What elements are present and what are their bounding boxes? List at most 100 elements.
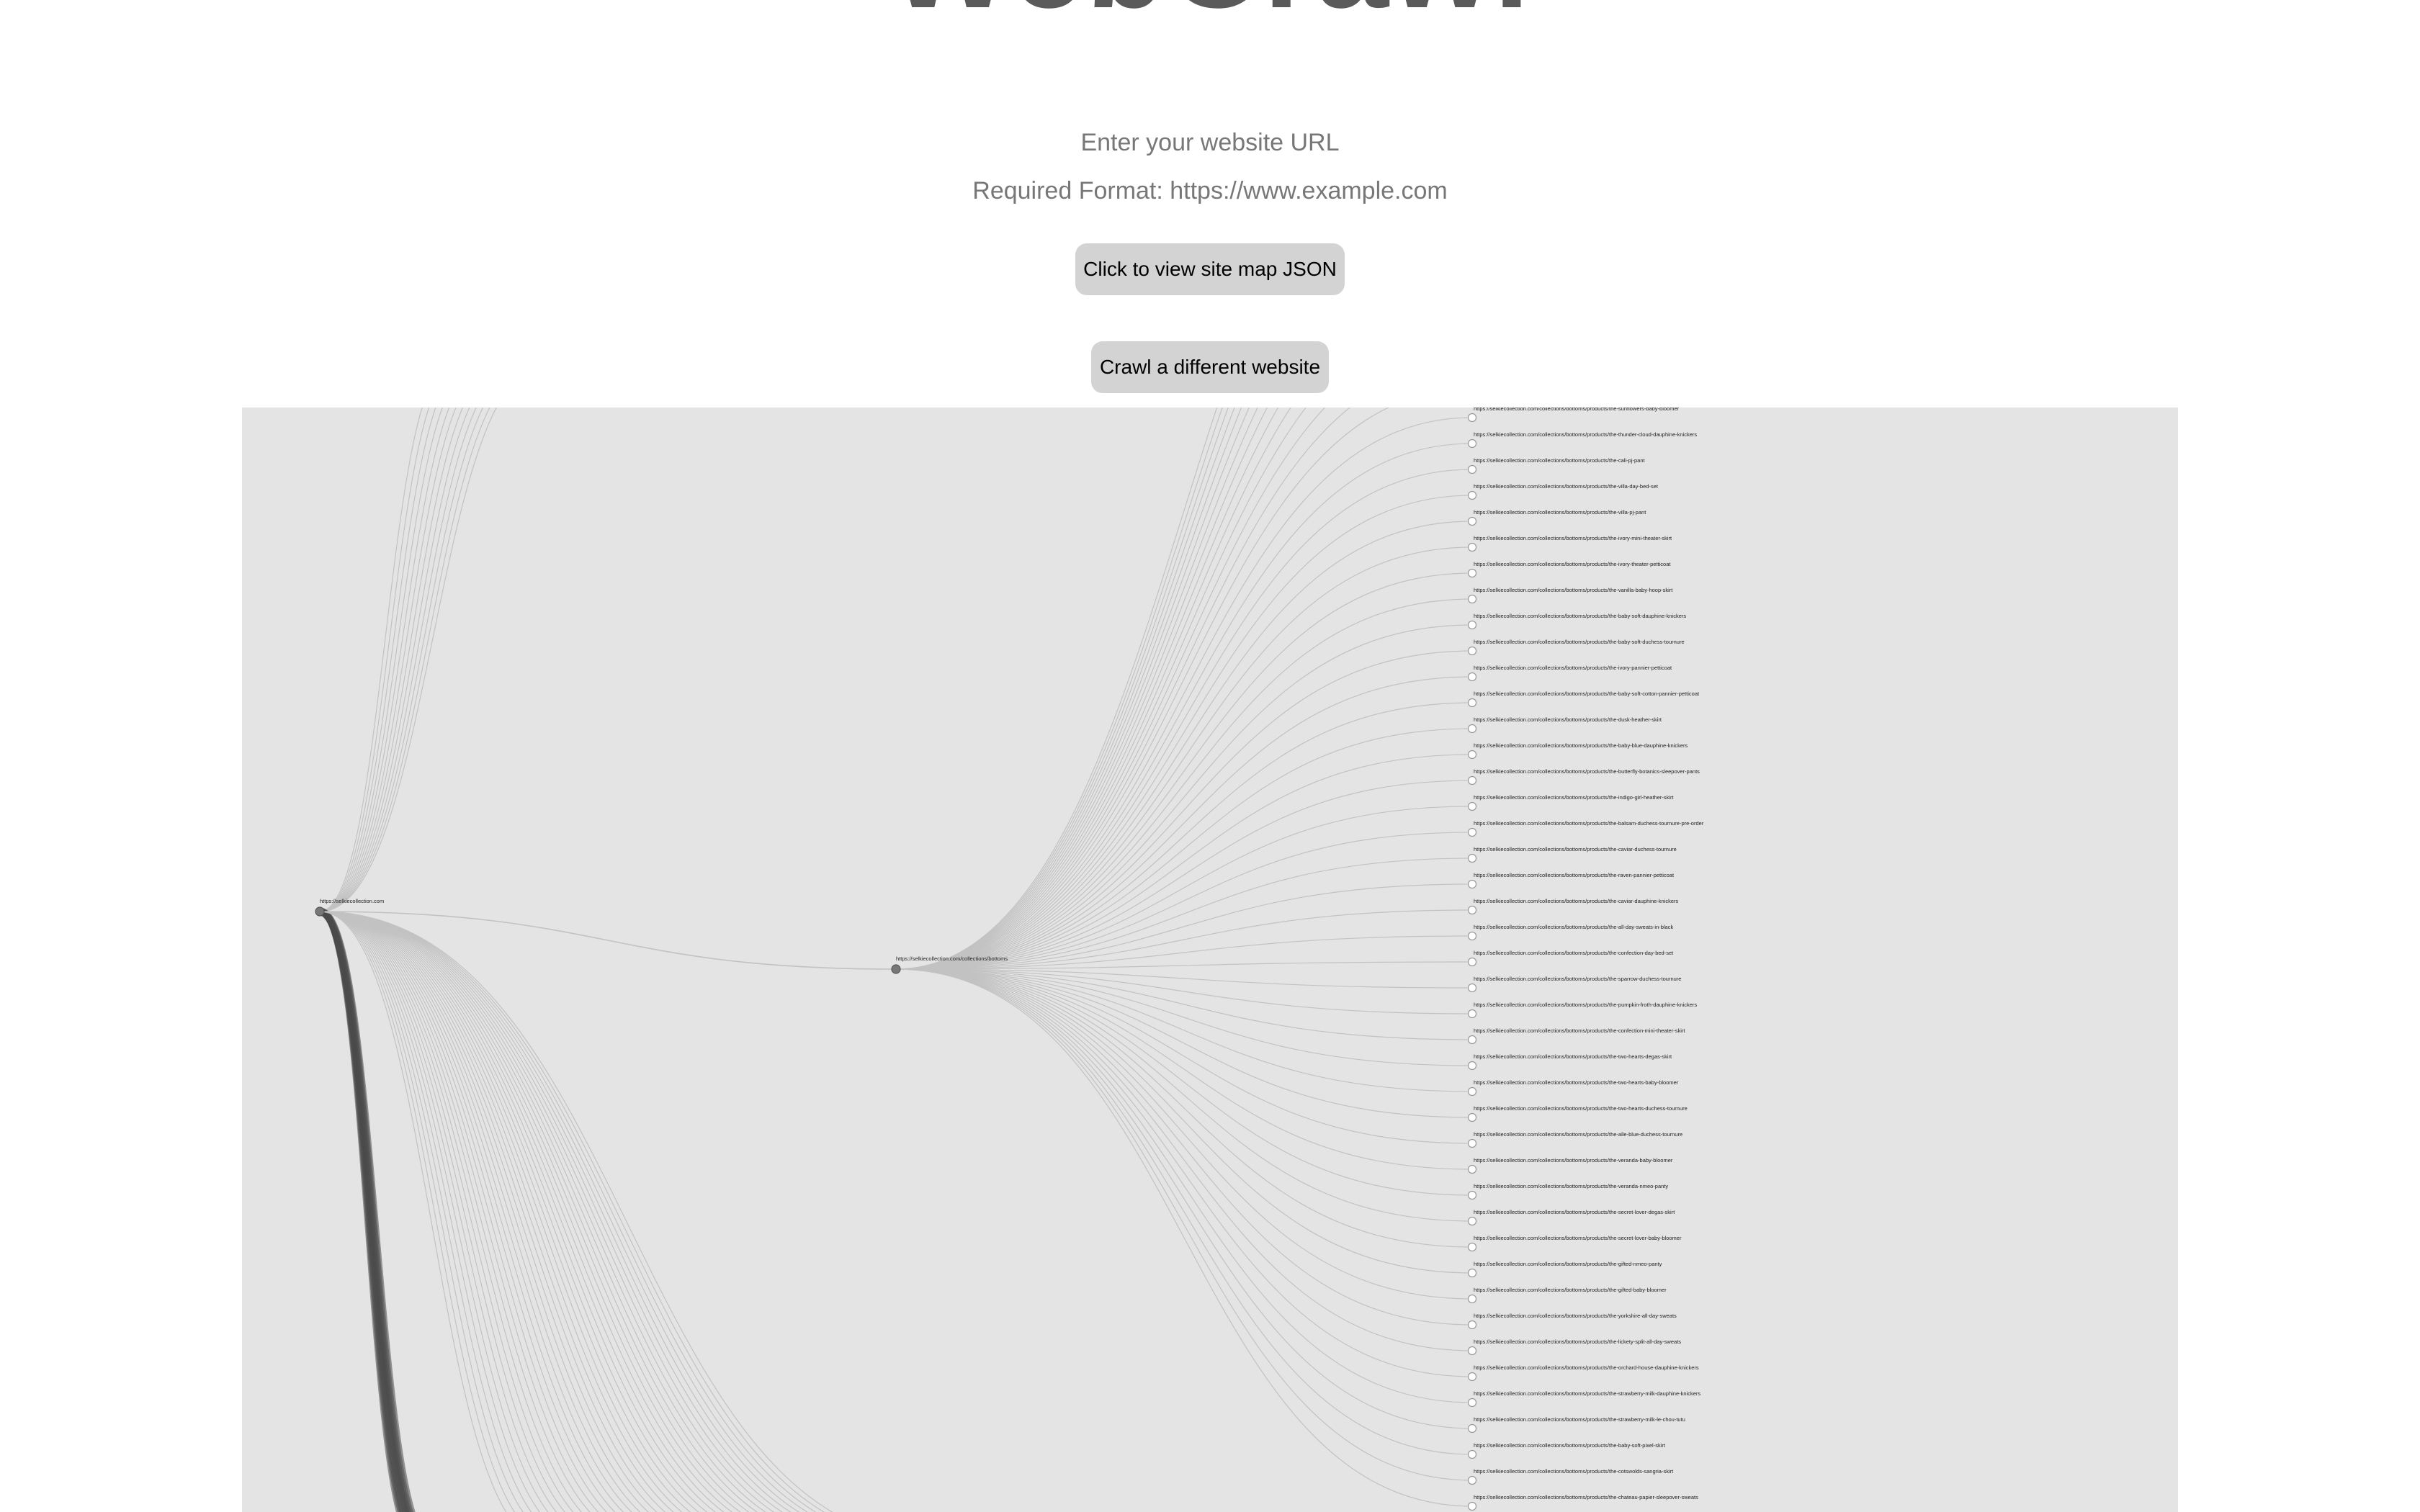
leaf-node[interactable] (1467, 1475, 1477, 1485)
leaf-node[interactable] (1467, 516, 1477, 526)
leaf-node[interactable] (1467, 1164, 1477, 1174)
leaf-node[interactable] (1467, 1423, 1477, 1434)
root-node[interactable] (315, 906, 325, 917)
leaf-label: https://selkiecollection.com/collections… (1474, 1079, 1679, 1086)
webcrawl-app: WebCrawl Required Format: https://www.ex… (0, 0, 2420, 1512)
leaf-label: https://selkiecollection.com/collections… (1474, 1468, 1674, 1475)
leaf-node[interactable] (1467, 879, 1477, 889)
leaf-link (895, 968, 1473, 1326)
leaf-link (895, 650, 1473, 970)
leaf-label: https://selkiecollection.com/collections… (1474, 1390, 1700, 1397)
root-child-link (318, 907, 416, 1512)
leaf-node[interactable] (1467, 801, 1477, 811)
leaf-link (895, 968, 1473, 1455)
leaf-label: https://selkiecollection.com/collections… (1474, 924, 1673, 930)
offscreen-leaf-link (895, 408, 1242, 970)
view-sitemap-json-button[interactable]: Click to view site map JSON (1075, 243, 1345, 295)
leaf-node[interactable] (1467, 1449, 1477, 1459)
website-url-input[interactable] (994, 121, 1426, 164)
leaf-link (895, 968, 1473, 1351)
leaf-labels: https://selkiecollection.com/collections… (1474, 408, 1704, 1500)
leaf-node[interactable] (1467, 1501, 1477, 1511)
offscreen-leaf-link (895, 408, 1218, 970)
leaf-node[interactable] (1467, 1138, 1477, 1148)
leaf-node[interactable] (1467, 1242, 1477, 1252)
leaf-node[interactable] (1467, 827, 1477, 837)
leaf-label: https://selkiecollection.com/collections… (1474, 690, 1700, 697)
leaf-node[interactable] (1467, 542, 1477, 552)
root-child-link (319, 911, 541, 1512)
leaf-link (895, 968, 1473, 1222)
leaf-node[interactable] (1467, 594, 1477, 604)
leaf-node[interactable] (1467, 438, 1477, 449)
leaf-node[interactable] (1467, 724, 1477, 734)
leaf-label: https://selkiecollection.com/collections… (1474, 1313, 1677, 1319)
leaf-label: https://selkiecollection.com/collections… (1474, 1002, 1697, 1008)
leaf-nodes (1467, 413, 1477, 1511)
app-title: WebCrawl (0, 0, 2420, 30)
leaf-node[interactable] (1467, 1320, 1477, 1330)
leaf-label: https://selkiecollection.com/collections… (1474, 1287, 1667, 1293)
offscreen-leaf-link (895, 408, 1390, 970)
leaf-link (895, 469, 1473, 970)
leaf-node[interactable] (1467, 1009, 1477, 1019)
leaf-label: https://selkiecollection.com/collections… (1474, 561, 1671, 567)
leaf-label: https://selkiecollection.com/collections… (1474, 716, 1662, 723)
leaf-label: https://selkiecollection.com/collections… (1474, 587, 1673, 593)
leaf-node[interactable] (1467, 464, 1477, 474)
leaf-label: https://selkiecollection.com/collections… (1474, 1105, 1688, 1112)
leaf-link (895, 702, 1473, 970)
offscreen-leaf-link (895, 408, 1279, 970)
leaf-label: https://selkiecollection.com/collections… (1474, 431, 1697, 438)
leaf-node[interactable] (1467, 413, 1477, 423)
leaf-node[interactable] (1467, 1035, 1477, 1045)
leaf-node[interactable] (1467, 1346, 1477, 1356)
leaf-node[interactable] (1467, 853, 1477, 863)
leaf-node[interactable] (1467, 1086, 1477, 1097)
leaf-label: https://selkiecollection.com/collections… (1474, 742, 1688, 749)
leaf-label: https://selkiecollection.com/collections… (1474, 1364, 1699, 1371)
leaf-label: https://selkiecollection.com/collections… (1474, 1235, 1682, 1241)
leaf-label: https://selkiecollection.com/collections… (1474, 1416, 1685, 1423)
leaf-link (895, 968, 1473, 1144)
leaf-label: https://selkiecollection.com/collections… (1474, 483, 1659, 490)
root-child-link (319, 408, 498, 912)
leaf-node[interactable] (1467, 672, 1477, 682)
leaf-node[interactable] (1467, 490, 1477, 500)
leaf-node[interactable] (1467, 1398, 1477, 1408)
offscreen-leaf-link (895, 408, 1235, 970)
leaf-link (895, 572, 1473, 970)
leaf-node[interactable] (1467, 1216, 1477, 1226)
leaf-node[interactable] (1467, 1112, 1477, 1122)
leaf-label: https://selkiecollection.com/collections… (1474, 1027, 1685, 1034)
offscreen-leaf-link (895, 408, 1223, 970)
leaf-link (895, 417, 1473, 970)
leaf-node[interactable] (1467, 1372, 1477, 1382)
leaf-node[interactable] (1467, 931, 1477, 941)
leaf-node[interactable] (1467, 620, 1477, 630)
bottoms-branch-node[interactable] (891, 964, 901, 974)
leaf-label: https://selkiecollection.com/collections… (1474, 535, 1672, 541)
sitemap-tree-svg[interactable]: https://selkiecollection.com/collections… (242, 408, 2178, 1512)
leaf-node[interactable] (1467, 1061, 1477, 1071)
offscreen-leaf-link (895, 408, 1229, 970)
leaf-node[interactable] (1467, 646, 1477, 656)
leaf-link (895, 968, 1473, 1170)
leaf-node[interactable] (1467, 775, 1477, 786)
crawl-different-website-button[interactable]: Crawl a different website (1091, 341, 1329, 393)
root-child-link (319, 911, 809, 1512)
leaf-label: https://selkiecollection.com/collections… (1474, 1053, 1672, 1060)
root-child-link (319, 911, 784, 1512)
leaf-node[interactable] (1467, 1190, 1477, 1200)
leaf-node[interactable] (1467, 1294, 1477, 1304)
root-child-link (319, 408, 423, 912)
root-child-link (319, 408, 430, 912)
leaf-node[interactable] (1467, 983, 1477, 993)
leaf-node[interactable] (1467, 698, 1477, 708)
leaf-node[interactable] (1467, 905, 1477, 915)
leaf-node[interactable] (1467, 750, 1477, 760)
leaf-node[interactable] (1467, 568, 1477, 578)
sitemap-tree-panel[interactable]: https://selkiecollection.com/collections… (242, 408, 2178, 1512)
leaf-node[interactable] (1467, 957, 1477, 967)
leaf-node[interactable] (1467, 1268, 1477, 1278)
